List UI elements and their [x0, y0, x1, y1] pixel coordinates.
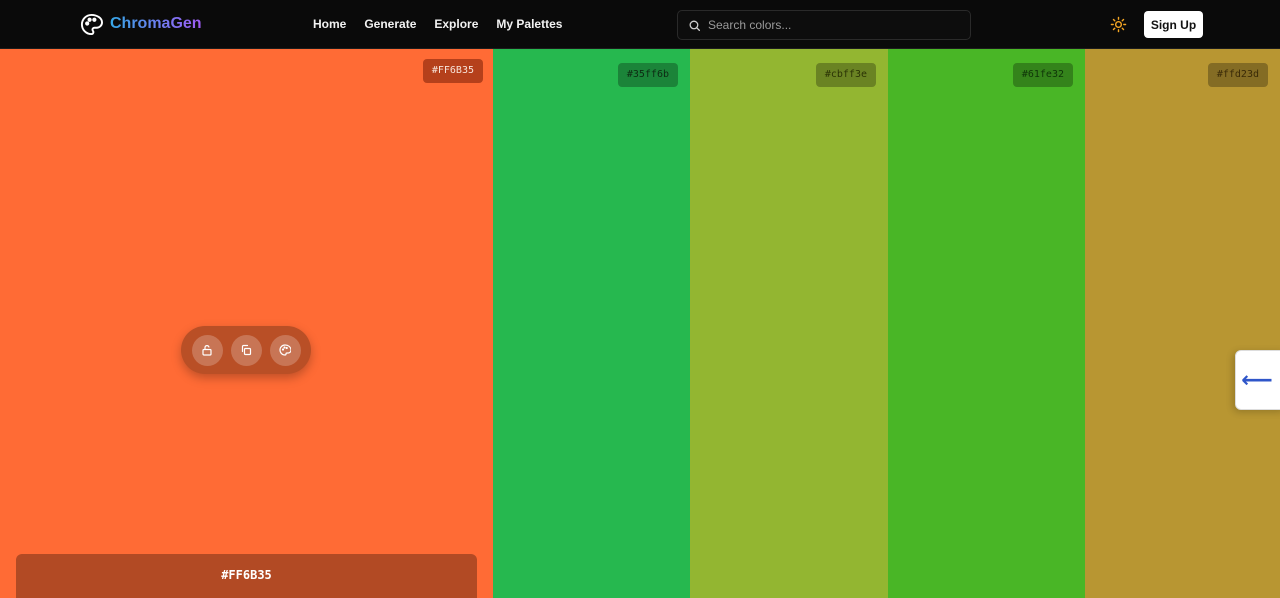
hex-code-tag[interactable]: #61fe32 — [1012, 63, 1073, 87]
palette-icon — [279, 344, 291, 356]
color-swatch-1[interactable]: #FF6B35 #FF6B35 — [0, 49, 493, 598]
color-swatch-4[interactable]: #61fe32 — [888, 49, 1085, 598]
nav-link-generate[interactable]: Generate — [364, 16, 416, 32]
main-nav: Home Generate Explore My Palettes — [313, 16, 580, 32]
lock-button[interactable] — [191, 334, 223, 366]
color-swatch-5[interactable]: #ffd23d — [1085, 49, 1280, 598]
color-picker-button[interactable] — [269, 334, 301, 366]
color-swatch-2[interactable]: #35ff6b — [493, 49, 690, 598]
brand-name: ChromaGen — [110, 15, 202, 32]
color-info-panel: #FF6B35 — [16, 554, 477, 598]
copy-button[interactable] — [230, 334, 262, 366]
nav-link-home[interactable]: Home — [313, 16, 346, 32]
swatch-toolbar — [181, 326, 311, 374]
sign-up-button[interactable]: Sign Up — [1144, 11, 1203, 38]
nav-link-my-palettes[interactable]: My Palettes — [496, 16, 562, 32]
side-panel-toggle[interactable]: ⟵ — [1235, 350, 1280, 410]
info-hex-code[interactable]: #FF6B35 — [221, 568, 272, 582]
search-box[interactable] — [677, 10, 971, 40]
palette-view: #FF6B35 #FF6B35 #35ff6b #cbff3e #61fe32 … — [0, 49, 1280, 598]
hex-code-tag[interactable]: #35ff6b — [617, 63, 678, 87]
search-icon — [689, 20, 701, 31]
palette-icon — [80, 13, 103, 35]
search-input[interactable] — [708, 18, 958, 32]
hex-code-tag[interactable]: #FF6B35 — [422, 59, 483, 83]
nav-link-explore[interactable]: Explore — [434, 16, 478, 32]
hex-code-tag[interactable]: #cbff3e — [815, 63, 876, 87]
hex-code-tag[interactable]: #ffd23d — [1207, 63, 1268, 87]
color-swatch-3[interactable]: #cbff3e — [690, 49, 888, 598]
copy-icon — [241, 344, 252, 356]
top-navbar: ChromaGen Home Generate Explore My Palet… — [0, 0, 1280, 49]
lock-open-icon — [202, 345, 212, 356]
brand-logo[interactable]: ChromaGen — [80, 12, 202, 36]
sun-icon[interactable] — [1110, 16, 1127, 33]
arrow-left-icon: ⟵ — [1241, 367, 1273, 392]
